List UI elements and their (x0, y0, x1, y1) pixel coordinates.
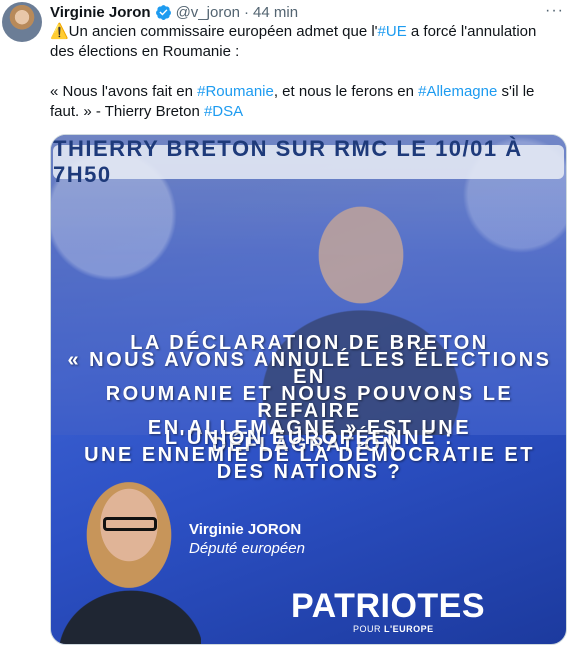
text-segment: , et nous le ferons en (273, 83, 419, 100)
logo-subtitle: POUR L'EUROPE (353, 624, 434, 634)
quote-line: ROUMANIE ET NOUS POUVONS LE REFAIRE (105, 383, 514, 422)
tweet-paragraph-2: « Nous l'avons fait en #Roumanie, et nou… (50, 82, 562, 122)
author-name[interactable]: Virginie Joron (50, 4, 151, 21)
tweet-paragraph-1: ⚠️Un ancien commissaire européen admet q… (50, 22, 562, 62)
person-role: Député européen (189, 540, 305, 557)
logo-sub-b: L'EUROPE (384, 624, 434, 634)
hashtag-roumanie[interactable]: #Roumanie (197, 83, 274, 100)
image-banner: THIERRY BRETON SUR RMC LE 10/01 À 7H50 (53, 136, 564, 187)
author-handle[interactable]: @v_joron (176, 4, 240, 21)
verified-badge-icon (155, 4, 171, 20)
hashtag-ue[interactable]: #UE (378, 23, 407, 40)
tweet-image[interactable]: THIERRY BRETON SUR RMC LE 10/01 À 7H50 L… (50, 134, 567, 645)
more-options-icon[interactable]: ··· (545, 2, 564, 20)
separator-dot: · (244, 3, 250, 21)
glasses-shape (103, 517, 157, 531)
logo-sub-a: POUR (353, 624, 385, 634)
avatar[interactable] (2, 2, 42, 42)
tweet-text: ⚠️Un ancien commissaire européen admet q… (50, 22, 562, 122)
portrait-photo (51, 465, 201, 644)
text-segment: ⚠️Un ancien commissaire européen admet q… (50, 23, 378, 40)
quote-line: « NOUS AVONS ANNULÉ LES ÉLECTIONS EN (67, 349, 552, 388)
timestamp[interactable]: 44 min (253, 4, 298, 21)
hashtag-allemagne[interactable]: #Allemagne (418, 83, 497, 100)
tweet-header: Virginie Joron @v_joron · 44 min ··· (50, 2, 564, 22)
hashtag-dsa[interactable]: #DSA (204, 103, 243, 120)
person-name: Virginie JORON (189, 521, 302, 538)
logo-patriotes: PATRIOTES (291, 587, 486, 625)
text-segment: « Nous l'avons fait en (50, 83, 198, 100)
